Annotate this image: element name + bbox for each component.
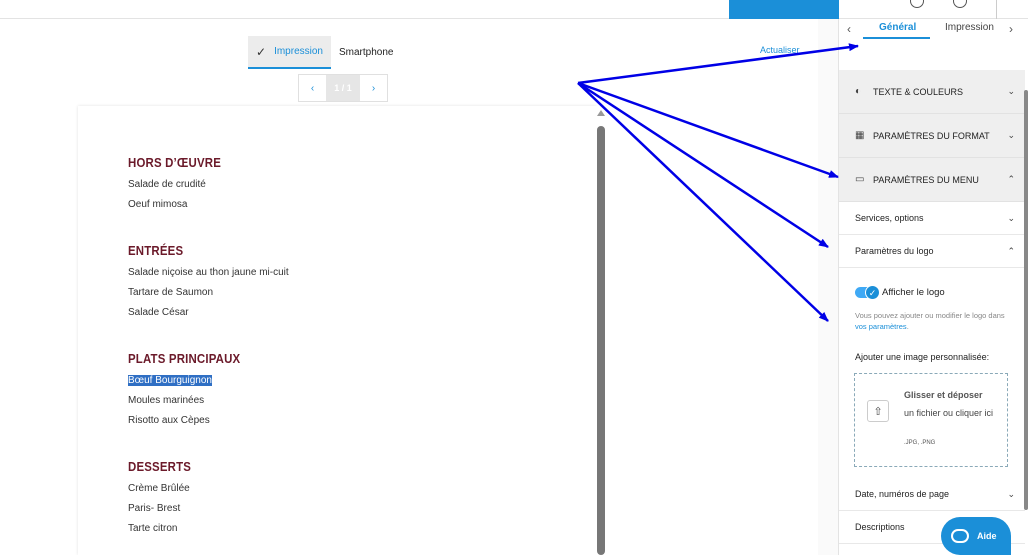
arrow-to-logo-settings [577,81,829,249]
arrow-to-general-tab [577,43,859,85]
annotation-arrows [577,43,859,322]
arrow-to-menu-settings [577,81,839,179]
arrow-to-logo-toggle [577,82,829,322]
